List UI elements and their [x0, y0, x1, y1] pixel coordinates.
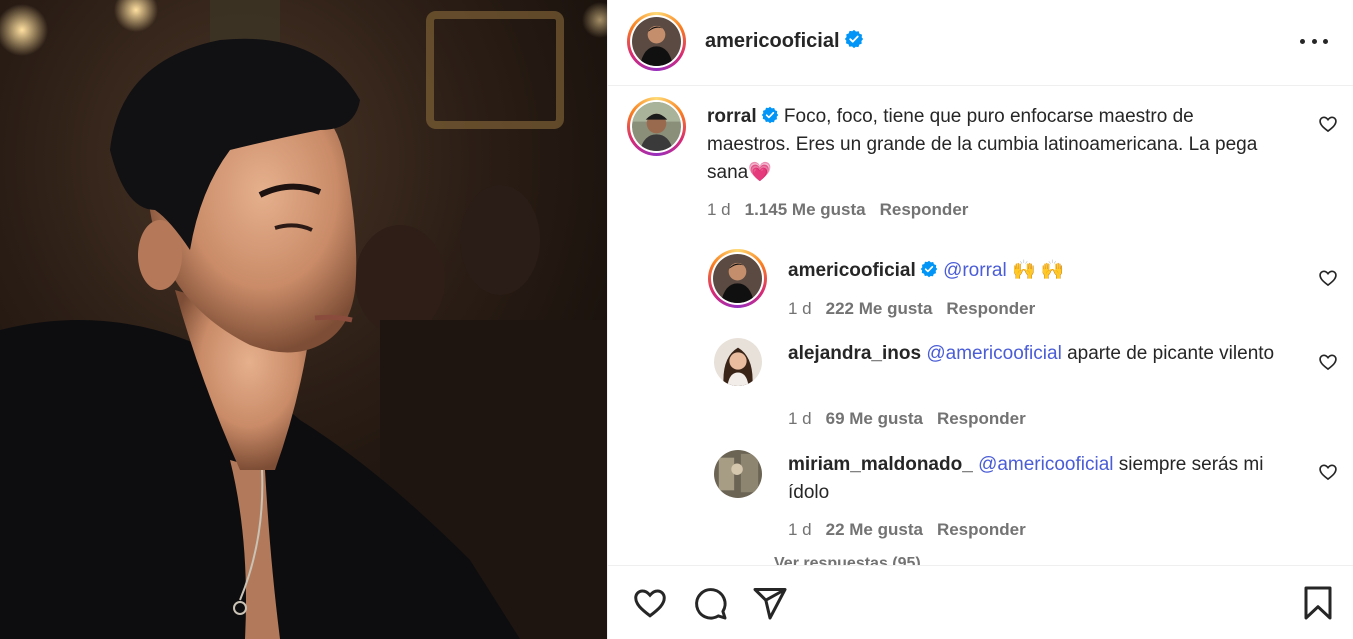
comment-americooficial: americooficial @rorral 🙌 🙌 [788, 257, 1308, 285]
comment-body: Foco, foco, tiene que puro enfocarse mae… [707, 106, 1258, 183]
view-replies-button[interactable]: Ver respuestas (95) [774, 555, 921, 565]
comment-username[interactable]: miriam_maldonado_ [788, 454, 973, 475]
mention-link[interactable]: @americooficial [926, 343, 1061, 364]
heart-emoji: 💗 [748, 162, 772, 183]
author-avatar[interactable] [627, 12, 686, 71]
more-dot [1323, 38, 1328, 44]
verified-badge-icon [920, 260, 938, 278]
heart-icon[interactable] [632, 585, 668, 621]
verified-badge-icon [761, 106, 778, 124]
comment-text: alejandra_inos @americooficial aparte de… [788, 340, 1288, 368]
comment-username[interactable]: americooficial [788, 260, 916, 281]
share-icon[interactable] [752, 585, 788, 621]
comment-body: 🙌 🙌 [1006, 260, 1065, 281]
reply-button[interactable]: Responder [946, 299, 1035, 318]
comment-likes-count[interactable]: 222 Me gusta [826, 299, 933, 318]
commenter-avatar-alejandra[interactable] [714, 338, 762, 386]
photo-illustration [0, 0, 607, 639]
reply-button[interactable]: Responder [937, 520, 1026, 539]
verified-badge-icon [844, 29, 863, 49]
comment-time: 1 d [788, 409, 812, 428]
reply-button[interactable]: Responder [937, 409, 1026, 428]
comment-meta: 1 d 1.145 Me gusta Responder [707, 200, 968, 220]
comment-meta: 1 d 69 Me gusta Responder [788, 409, 1026, 429]
comment-text: miriam_maldonado_ @americooficial siempr… [788, 451, 1288, 507]
comments-list[interactable]: rorral Foco, foco, tiene que puro enfoca… [608, 87, 1353, 565]
author-username[interactable]: americooficial [705, 29, 864, 53]
mention-link[interactable]: @rorral [943, 260, 1007, 281]
like-comment-heart-icon[interactable] [1318, 114, 1338, 134]
comment-time: 1 d [788, 520, 812, 539]
comment-alejandra: alejandra_inos @americooficial aparte de… [788, 340, 1288, 368]
commenter-avatar-americooficial[interactable] [708, 249, 767, 308]
comment-meta: 1 d 22 Me gusta Responder [788, 520, 1026, 540]
comment-meta: 1 d 222 Me gusta Responder [788, 299, 1035, 319]
comment-likes-count[interactable]: 1.145 Me gusta [745, 200, 866, 219]
post-actions-bar [608, 565, 1353, 639]
comment-likes-count[interactable]: 22 Me gusta [826, 520, 923, 539]
reply-button[interactable]: Responder [880, 200, 969, 219]
post-detail-panel: americooficial rorral Foco, foco, tiene … [607, 0, 1353, 639]
comment-body: aparte de picante vilento [1061, 343, 1275, 364]
author-name[interactable]: americooficial [705, 30, 840, 52]
more-dot [1311, 38, 1317, 44]
more-options-button[interactable] [1300, 30, 1328, 52]
like-comment-heart-icon[interactable] [1318, 462, 1338, 482]
more-dots-icon [1300, 38, 1305, 44]
comment-rorral: rorral Foco, foco, tiene que puro enfoca… [707, 103, 1267, 187]
bookmark-icon[interactable] [1300, 585, 1336, 621]
comment-username[interactable]: rorral [707, 106, 757, 127]
mention-link[interactable]: @americooficial [978, 454, 1113, 475]
like-comment-heart-icon[interactable] [1318, 268, 1338, 288]
post-header: americooficial [608, 0, 1353, 86]
comment-text: rorral Foco, foco, tiene que puro enfoca… [707, 103, 1267, 187]
comment-likes-count[interactable]: 69 Me gusta [826, 409, 923, 428]
comment-time: 1 d [788, 299, 812, 318]
post-photo [0, 0, 607, 639]
comment-time: 1 d [707, 200, 731, 219]
comment-username[interactable]: alejandra_inos [788, 343, 921, 364]
commenter-avatar-miriam[interactable] [714, 450, 762, 498]
comment-icon[interactable] [692, 585, 728, 621]
like-comment-heart-icon[interactable] [1318, 352, 1338, 372]
comment-miriam: miriam_maldonado_ @americooficial siempr… [788, 451, 1288, 507]
commenter-avatar-rorral[interactable] [627, 97, 686, 156]
comment-text: americooficial @rorral 🙌 🙌 [788, 257, 1308, 285]
